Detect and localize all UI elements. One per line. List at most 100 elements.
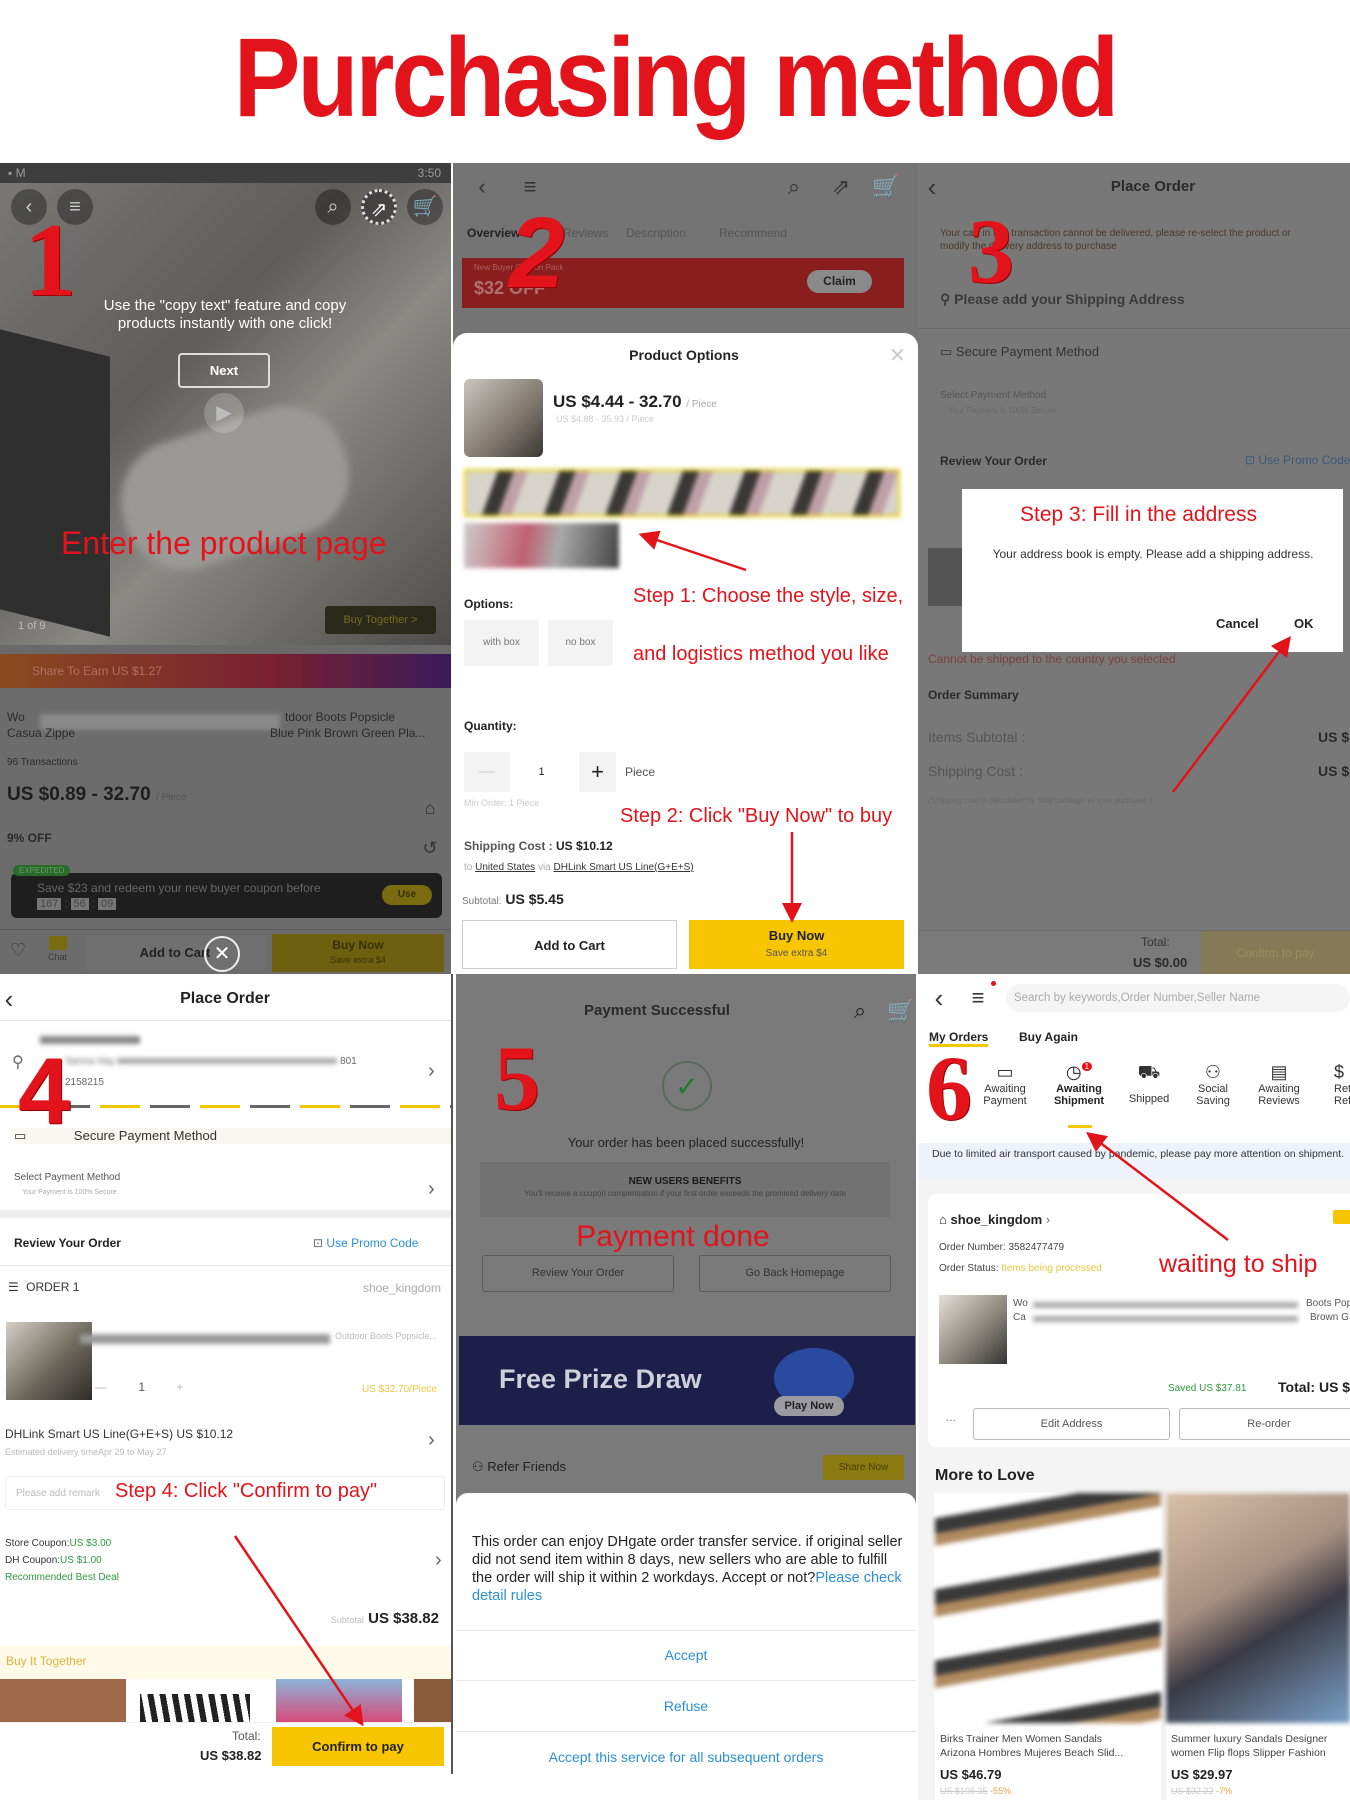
edit-address-button[interactable]: Edit Address: [973, 1408, 1170, 1440]
quantity-increase[interactable]: +: [176, 1380, 183, 1394]
chat-button[interactable]: Chat: [48, 936, 67, 962]
address-dialog: Step 3: Fill in the address Your address…: [962, 489, 1343, 652]
together-item-4[interactable]: [414, 1679, 451, 1722]
close-icon[interactable]: ✕: [889, 343, 906, 368]
quantity-increase[interactable]: +: [579, 752, 616, 792]
status-label-line2: Shipment: [1053, 1095, 1105, 1107]
claim-button[interactable]: Claim: [807, 270, 872, 293]
bottom-bar: Total: US $0.00 Confirm to pay: [918, 930, 1350, 974]
next-button[interactable]: Next: [178, 353, 270, 388]
review-order-button[interactable]: Review Your Order: [482, 1255, 674, 1292]
prize-banner[interactable]: Free Prize Draw Play Now: [459, 1336, 915, 1425]
status-awaiting-shipment[interactable]: ◷ 1 Awaiting Shipment: [1054, 1062, 1104, 1107]
product-image[interactable]: [939, 1295, 1007, 1364]
chat-icon[interactable]: [1333, 1210, 1350, 1224]
status-shipped[interactable]: ⛟ Shipped: [1129, 1062, 1169, 1105]
buy-now-button[interactable]: Buy Now Save extra $4: [272, 934, 444, 972]
confirm-pay-button[interactable]: Confirm to pay: [1201, 931, 1350, 974]
coupon-bar[interactable]: EXPEDITED Save $23 and redeem your new b…: [11, 865, 442, 918]
heart-icon[interactable]: ♡: [10, 940, 26, 961]
share-to-earn-bar[interactable]: Share To Earn US $1.27: [0, 654, 451, 688]
status-awaiting-reviews[interactable]: ▤ Awaiting Reviews: [1258, 1062, 1300, 1107]
together-item-3[interactable]: [276, 1679, 402, 1722]
accept-all-button[interactable]: Accept this service for all subsequent o…: [549, 1749, 824, 1765]
active-status-underline: [1068, 1125, 1092, 1128]
close-overlay-button[interactable]: ✕: [204, 936, 240, 972]
buy-now-button[interactable]: Buy Now Save extra $4: [689, 920, 904, 969]
address-row[interactable]: Sanna Hay 801: [65, 1056, 357, 1067]
step5-panel: Payment Successful ⌕ 🛒 5 ✓ Your order ha…: [456, 974, 916, 1800]
old-price: US $32.22: [1171, 1786, 1214, 1796]
dialog-cancel-button[interactable]: Cancel: [1216, 616, 1259, 631]
payment-chevron-icon[interactable]: ›: [428, 1178, 435, 1201]
search-button[interactable]: ⌕: [315, 189, 351, 225]
promo-link[interactable]: ⊡ Use Promo Code: [1245, 453, 1350, 467]
add-address-row[interactable]: ⚲ Please add your Shipping Address: [940, 291, 1185, 308]
coupon-chevron-icon[interactable]: ›: [435, 1549, 442, 1572]
card-icon: ▭: [940, 344, 953, 359]
style-swatches-row2[interactable]: [464, 523, 619, 568]
address-chevron-icon[interactable]: ›: [428, 1060, 435, 1083]
quantity-value[interactable]: 1: [138, 1380, 145, 1394]
back-icon[interactable]: ‹: [928, 174, 937, 200]
go-home-button[interactable]: Go Back Homepage: [699, 1255, 891, 1292]
option-with-box[interactable]: with box: [464, 620, 539, 666]
share-icon[interactable]: ⇗: [832, 176, 850, 198]
more-options-button[interactable]: ...: [946, 1410, 956, 1424]
method-link[interactable]: DHLink Smart US Line(G+E+S): [554, 862, 694, 873]
promo-link[interactable]: ⊡ Use Promo Code: [313, 1236, 418, 1250]
play-icon[interactable]: ▶: [204, 393, 244, 433]
quantity-decrease[interactable]: —: [464, 752, 510, 792]
select-payment[interactable]: Select Payment Method: [940, 390, 1046, 401]
play-now-button[interactable]: Play Now: [774, 1396, 844, 1416]
tab-description[interactable]: Description: [626, 226, 686, 240]
use-coupon-button[interactable]: Use: [382, 885, 432, 905]
shipping-method[interactable]: DHLink Smart US Line(G+E+S) US $10.12: [5, 1427, 233, 1441]
menu-icon[interactable]: ≡: [972, 987, 985, 1009]
cart-icon[interactable]: 🛒: [887, 1000, 914, 1022]
cart-button[interactable]: 🛒: [407, 189, 443, 225]
share-now-button[interactable]: Share Now: [823, 1455, 904, 1480]
country-link[interactable]: United States: [475, 862, 535, 873]
add-to-cart-button[interactable]: Add to Cart: [462, 920, 677, 969]
quantity-decrease[interactable]: —: [95, 1380, 107, 1394]
status-social-saving[interactable]: ⚇ Social Saving: [1196, 1062, 1230, 1107]
recommended-product-2[interactable]: Summer luxury Sandals Designer women Fli…: [1166, 1493, 1350, 1800]
tab-buy-again[interactable]: Buy Again: [1019, 1030, 1078, 1044]
together-item-2[interactable]: [140, 1694, 250, 1722]
back-icon[interactable]: ‹: [5, 986, 14, 1012]
status-awaiting-payment[interactable]: ▭ Awaiting Payment: [983, 1062, 1026, 1107]
search-icon[interactable]: ⌕: [788, 176, 800, 198]
store-link[interactable]: ⌂ shoe_kingdom ›: [939, 1212, 1050, 1227]
style-swatches-row1[interactable]: [464, 469, 900, 517]
buy-together-button[interactable]: Buy Together >: [325, 606, 436, 634]
together-item-1[interactable]: [0, 1679, 126, 1722]
status-returns[interactable]: $ Retu Refu: [1334, 1062, 1350, 1107]
recommended-product-1[interactable]: Birks Trainer Men Women Sandals Arizona …: [935, 1493, 1161, 1800]
quantity-unit: Piece: [625, 765, 656, 779]
menu-icon[interactable]: ≡: [524, 176, 537, 198]
refuse-button[interactable]: Refuse: [664, 1698, 708, 1714]
product-1-title-line2: Arizona Hombres Mujeres Beach Slid...: [940, 1747, 1124, 1759]
tab-recommend[interactable]: Recommend: [719, 226, 787, 240]
share-button[interactable]: ⇗: [361, 189, 397, 225]
tab-reviews[interactable]: Reviews: [563, 226, 608, 240]
reorder-button[interactable]: Re-order: [1179, 1408, 1350, 1440]
back-icon[interactable]: ‹: [935, 985, 944, 1011]
search-icon[interactable]: ⌕: [854, 1000, 866, 1022]
quantity-stepper[interactable]: — 1 +: [95, 1380, 183, 1394]
order-search-input[interactable]: Search by keywords,Order Number,Seller N…: [1006, 984, 1350, 1012]
to-label: to: [464, 862, 473, 873]
cart-icon[interactable]: 🛒: [872, 176, 899, 198]
accept-button[interactable]: Accept: [665, 1647, 708, 1663]
history-icon[interactable]: ↺: [422, 839, 437, 857]
confirm-pay-button[interactable]: Confirm to pay: [272, 1727, 444, 1766]
wishlist-icon[interactable]: ⌂: [425, 799, 436, 817]
quantity-input[interactable]: 1: [510, 752, 573, 792]
modal-price-value: US $4.44 - 32.70: [553, 392, 682, 411]
back-icon[interactable]: ‹: [478, 176, 485, 198]
dialog-ok-button[interactable]: OK: [1294, 616, 1314, 631]
shipping-chevron-icon[interactable]: ›: [428, 1429, 435, 1452]
select-payment[interactable]: Select Payment Method: [14, 1172, 120, 1183]
option-no-box[interactable]: no box: [548, 620, 613, 666]
